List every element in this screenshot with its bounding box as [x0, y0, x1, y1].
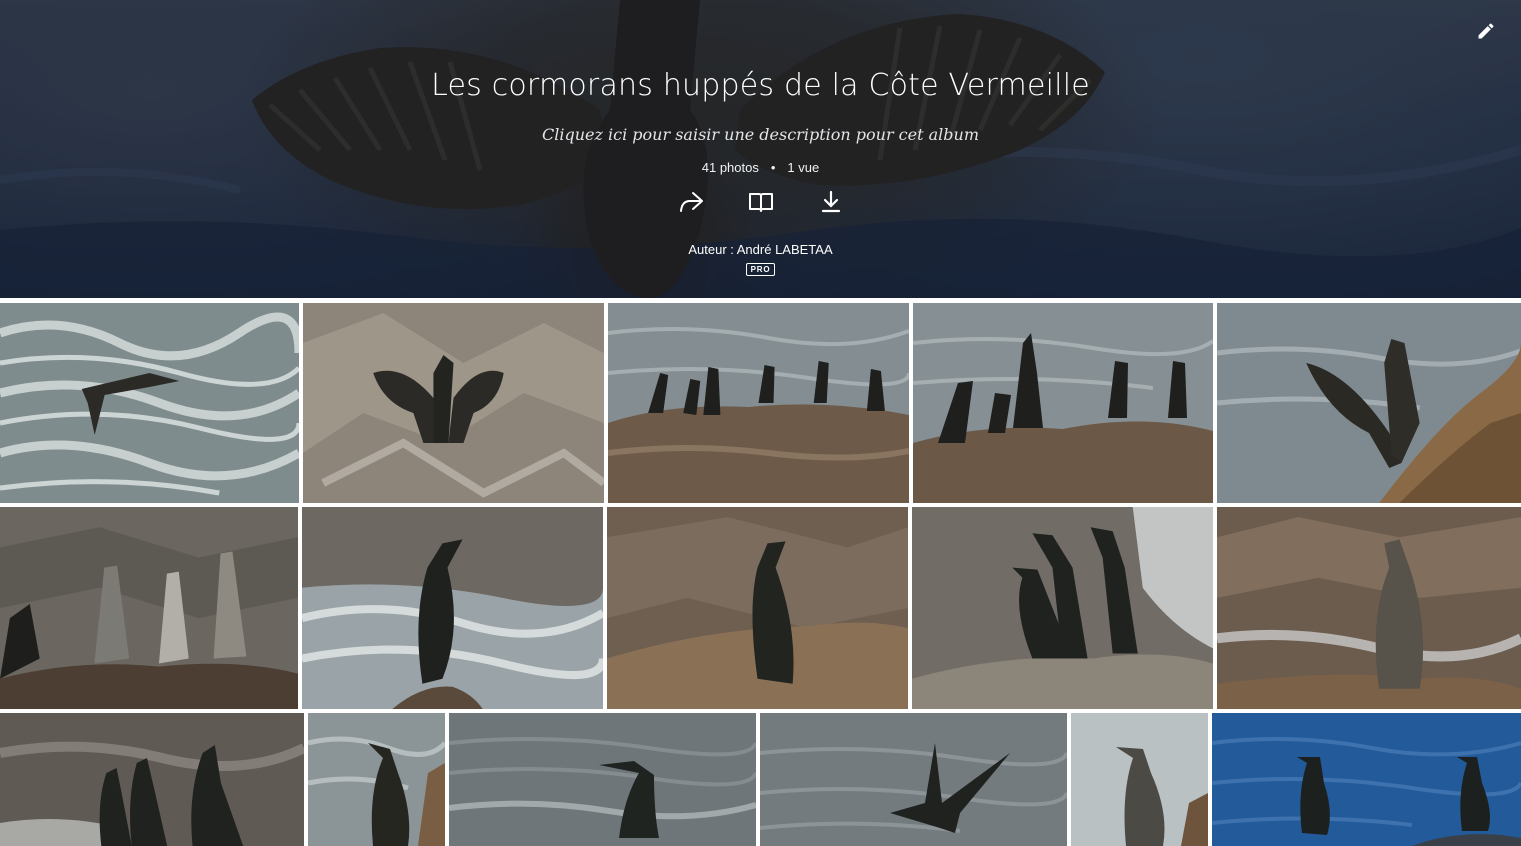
photo-thumbnail[interactable] [303, 303, 604, 503]
album-description-placeholder[interactable]: Cliquez ici pour saisir une description … [0, 125, 1521, 144]
photo-thumbnail[interactable] [912, 507, 1213, 709]
photo-thumbnail[interactable] [913, 303, 1213, 503]
photo-thumbnail[interactable] [1217, 507, 1521, 709]
share-button[interactable] [677, 188, 705, 216]
photo-image [1212, 713, 1521, 846]
photo-image [0, 303, 299, 503]
photo-thumbnail[interactable] [449, 713, 756, 846]
photo-image [0, 507, 298, 709]
photo-image [302, 507, 603, 709]
photo-thumbnail[interactable] [308, 713, 445, 846]
author-line: Auteur : André LABETAA [0, 242, 1521, 257]
photo-image [760, 713, 1067, 846]
open-book-icon [748, 193, 773, 212]
pencil-icon [1478, 23, 1494, 39]
album-cover: Les cormorans huppés de la Côte Vermeill… [0, 0, 1521, 298]
album-stats: 41 photos • 1 vue [0, 160, 1521, 175]
photo-thumbnail[interactable] [1071, 713, 1208, 846]
photo-thumbnail[interactable] [1212, 713, 1521, 846]
album-title: Les cormorans huppés de la Côte Vermeill… [431, 68, 1090, 103]
view-count: 1 vue [787, 160, 820, 175]
photo-image [608, 303, 909, 503]
photo-thumbnail[interactable] [1217, 303, 1521, 503]
photo-image [1217, 507, 1521, 709]
slideshow-button[interactable] [747, 188, 775, 216]
download-icon [821, 190, 840, 213]
edit-album-button[interactable] [1473, 18, 1499, 44]
share-arrow-icon [679, 192, 703, 212]
photo-image [303, 303, 604, 503]
author-prefix: Auteur : [688, 242, 737, 257]
photo-image [912, 507, 1213, 709]
photo-thumbnail[interactable] [0, 713, 304, 846]
pro-badge: PRO [746, 263, 775, 276]
photo-thumbnail[interactable] [0, 303, 299, 503]
photo-thumbnail[interactable] [302, 507, 603, 709]
photo-thumbnail[interactable] [607, 507, 908, 709]
photo-image [0, 713, 304, 846]
author-link[interactable]: André LABETAA [737, 242, 833, 257]
photo-image [449, 713, 756, 846]
photo-thumbnail[interactable] [760, 713, 1067, 846]
photo-image [1071, 713, 1208, 846]
download-button[interactable] [817, 188, 845, 216]
photo-image [1217, 303, 1521, 503]
photo-image [607, 507, 908, 709]
album-actions [0, 188, 1521, 216]
photo-count: 41 photos [701, 160, 759, 175]
photo-thumbnail[interactable] [0, 507, 298, 709]
photo-image [913, 303, 1213, 503]
photo-image [308, 713, 445, 846]
stats-separator: • [770, 160, 776, 175]
photo-thumbnail[interactable] [608, 303, 909, 503]
